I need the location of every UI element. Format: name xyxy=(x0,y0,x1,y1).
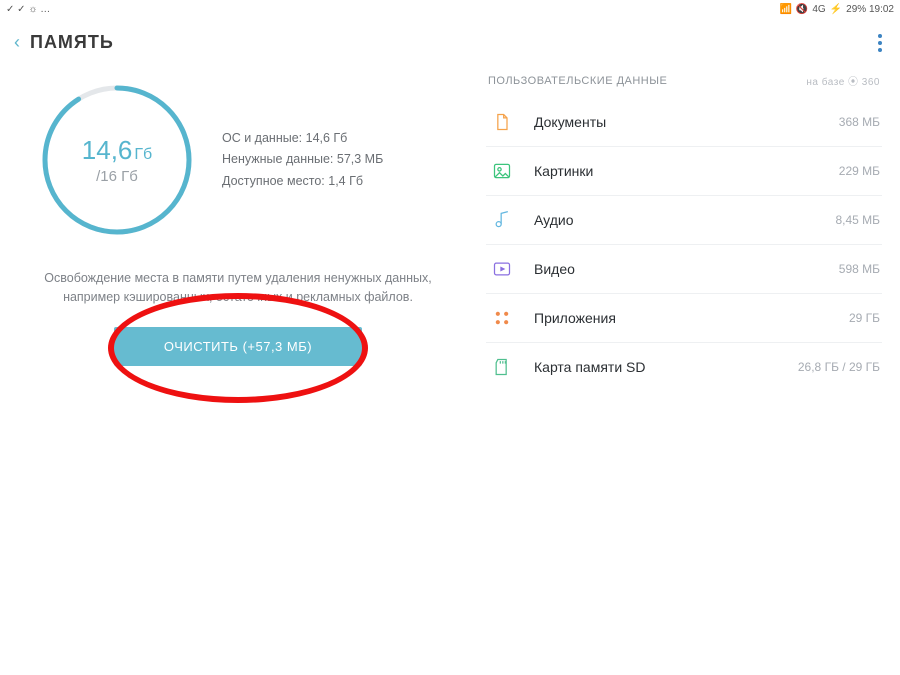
right-column: ПОЛЬЗОВАТЕЛЬСКИЕ ДАННЫЕ на базе ⦿ 360 До… xyxy=(486,69,882,391)
header: ‹ ПАМЯТЬ xyxy=(0,18,900,63)
left-column: 14,6Гб /16 Гб ОС и данные: 14,6 Гб Ненуж… xyxy=(18,69,458,391)
apps-icon xyxy=(488,308,516,328)
list-item-value: 29 ГБ xyxy=(849,311,880,325)
list-item[interactable]: Картинки229 МБ xyxy=(486,147,882,196)
audio-icon xyxy=(488,210,516,230)
list-item-label: Картинки xyxy=(534,163,839,179)
stat-junk: Ненужные данные: 57,3 МБ xyxy=(222,149,383,170)
list-item-value: 26,8 ГБ / 29 ГБ xyxy=(798,360,880,374)
list-item[interactable]: Документы368 МБ xyxy=(486,98,882,147)
description-text: Освобождение места в памяти путем удален… xyxy=(28,269,448,307)
status-bar: ✓ ✓ ☼ … 📶 🔇 4G ⚡ 29% 19:02 xyxy=(0,0,900,18)
battery-text: ⚡ xyxy=(830,4,842,15)
document-icon xyxy=(488,112,516,132)
mute-icon: 🔇 xyxy=(796,4,808,15)
list-item-value: 368 МБ xyxy=(839,115,880,129)
status-left: ✓ ✓ ☼ … xyxy=(6,4,50,15)
wifi-icon: 📶 xyxy=(779,4,791,15)
gauge-used-value: 14,6 xyxy=(82,135,133,165)
signal-icon: 4G xyxy=(812,4,825,15)
items-list: Документы368 МБКартинки229 МБАудио8,45 М… xyxy=(486,98,882,391)
list-item[interactable]: Аудио8,45 МБ xyxy=(486,196,882,245)
image-icon xyxy=(488,161,516,181)
section-header: ПОЛЬЗОВАТЕЛЬСКИЕ ДАННЫЕ на базе ⦿ 360 xyxy=(488,73,880,88)
gauge-total: /16 Гб xyxy=(96,168,138,185)
list-item-value: 598 МБ xyxy=(839,262,880,276)
list-item-label: Приложения xyxy=(534,310,849,326)
page-title: ПАМЯТЬ xyxy=(30,32,114,53)
gauge-used-unit: Гб xyxy=(134,146,152,163)
list-item-label: Видео xyxy=(534,261,839,277)
status-right: 📶 🔇 4G ⚡ 29% 19:02 xyxy=(779,4,894,15)
list-item[interactable]: Карта памяти SD26,8 ГБ / 29 ГБ xyxy=(486,343,882,391)
list-item-label: Аудио xyxy=(534,212,835,228)
clean-button-wrap: ОЧИСТИТЬ (+57,3 МБ) xyxy=(18,327,458,366)
list-item-label: Документы xyxy=(534,114,839,130)
content-area: 14,6Гб /16 Гб ОС и данные: 14,6 Гб Ненуж… xyxy=(0,63,900,391)
list-item[interactable]: Приложения29 ГБ xyxy=(486,294,882,343)
header-left: ‹ ПАМЯТЬ xyxy=(14,32,114,53)
section-brand: на базе ⦿ 360 xyxy=(806,73,880,88)
stat-free: Доступное место: 1,4 Гб xyxy=(222,171,383,192)
list-item-value: 8,45 МБ xyxy=(835,213,880,227)
storage-stats: ОС и данные: 14,6 Гб Ненужные данные: 57… xyxy=(222,128,383,192)
section-title: ПОЛЬЗОВАТЕЛЬСКИЕ ДАННЫЕ xyxy=(488,75,667,87)
more-menu-button[interactable] xyxy=(878,34,882,52)
gauge-text: 14,6Гб /16 Гб xyxy=(32,75,202,245)
list-item-value: 229 МБ xyxy=(839,164,880,178)
back-icon[interactable]: ‹ xyxy=(14,32,20,53)
list-item[interactable]: Видео598 МБ xyxy=(486,245,882,294)
stat-os-data: ОС и данные: 14,6 Гб xyxy=(222,128,383,149)
storage-gauge: 14,6Гб /16 Гб xyxy=(32,75,202,245)
gauge-row: 14,6Гб /16 Гб ОС и данные: 14,6 Гб Ненуж… xyxy=(32,75,458,245)
list-item-label: Карта памяти SD xyxy=(534,359,798,375)
status-right-text: 29% 19:02 xyxy=(846,4,894,15)
gauge-used: 14,6Гб xyxy=(82,135,152,166)
video-icon xyxy=(488,259,516,279)
status-left-glyphs: ✓ ✓ ☼ … xyxy=(6,4,50,15)
sdcard-icon xyxy=(488,357,516,377)
clean-button[interactable]: ОЧИСТИТЬ (+57,3 МБ) xyxy=(114,327,362,366)
